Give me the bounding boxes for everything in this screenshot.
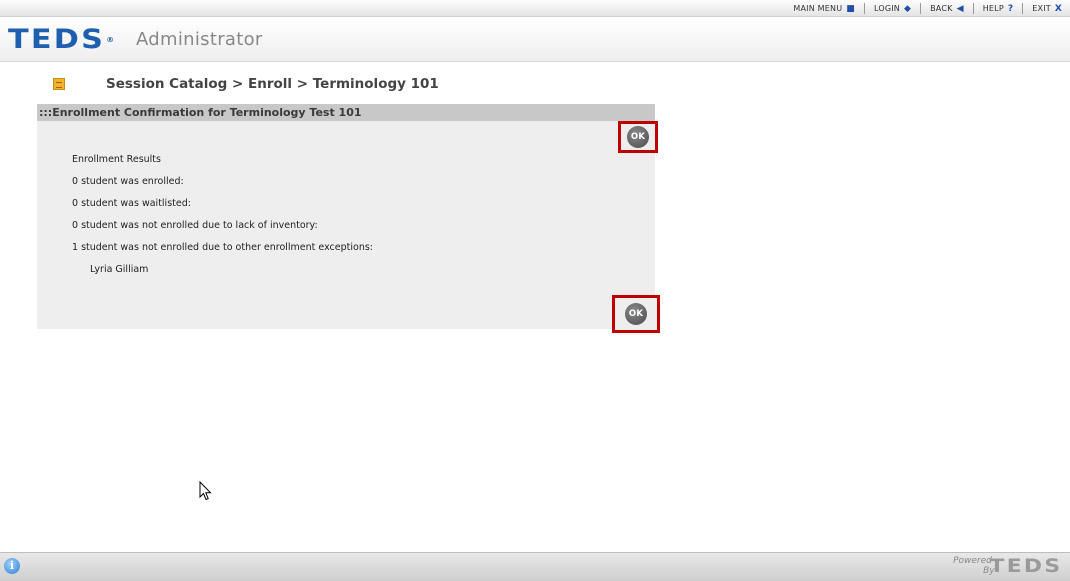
- exit-x-icon: X: [1054, 3, 1062, 14]
- ok-icon: OK: [627, 126, 649, 148]
- nav-divider: [972, 3, 974, 14]
- registered-mark: ®: [106, 36, 115, 44]
- help-question-icon: ?: [1007, 3, 1014, 14]
- nav-divider: [1022, 3, 1024, 14]
- results-heading: Enrollment Results: [72, 154, 161, 165]
- nav-divider: [920, 3, 922, 14]
- teds-logo: TEDS®: [8, 26, 114, 54]
- login-link[interactable]: LOGIN ◆: [870, 4, 915, 14]
- app-footer: i Powered By TEDS: [0, 552, 1070, 581]
- ok-icon: OK: [625, 303, 647, 325]
- powered-label: Powered: [953, 556, 992, 566]
- top-nav-items: MAIN MENU ■ LOGIN ◆ BACK ◀ HELP ? EXIT X: [789, 2, 1066, 15]
- ok-label: OK: [628, 309, 644, 319]
- info-icon[interactable]: i: [4, 558, 20, 574]
- enrollment-confirmation-panel: :::Enrollment Confirmation for Terminolo…: [37, 104, 660, 333]
- back-label: BACK: [930, 4, 953, 13]
- exit-label: EXIT: [1032, 4, 1051, 13]
- login-label: LOGIN: [873, 4, 900, 13]
- main-menu-link[interactable]: MAIN MENU ■: [789, 4, 859, 14]
- by-label: By: [983, 566, 995, 576]
- exit-link[interactable]: EXIT X: [1028, 4, 1066, 14]
- waitlisted-count: 0 student was waitlisted:: [72, 198, 191, 209]
- back-link[interactable]: BACK ◀: [926, 4, 968, 14]
- ok-button-bottom[interactable]: OK: [612, 295, 660, 333]
- main-menu-square-icon: ■: [846, 3, 855, 14]
- back-arrow-icon: ◀: [956, 3, 964, 14]
- main-menu-label: MAIN MENU: [793, 4, 843, 13]
- teds-logo-text: TEDS: [8, 24, 106, 55]
- ok-button-top[interactable]: OK: [618, 121, 658, 153]
- app-header: TEDS® Administrator: [0, 17, 1070, 62]
- exception-student-name: Lyria Gilliam: [90, 264, 149, 275]
- exceptions-count: 1 student was not enrolled due to other …: [72, 242, 373, 253]
- breadcrumb: Session Catalog > Enroll > Terminology 1…: [106, 76, 439, 92]
- powered-by-text: Powered By: [953, 556, 995, 576]
- powered-by-teds: Powered By TEDS: [953, 555, 1062, 577]
- panel-title: :::Enrollment Confirmation for Terminolo…: [37, 104, 655, 121]
- ok-label: OK: [630, 132, 646, 142]
- no-inventory-count: 0 student was not enrolled due to lack o…: [72, 220, 318, 231]
- help-link[interactable]: HELP ?: [979, 4, 1018, 14]
- footer-logo: TEDS: [989, 555, 1062, 577]
- login-diamond-icon: ◆: [903, 3, 912, 14]
- top-nav-bar: MAIN MENU ■ LOGIN ◆ BACK ◀ HELP ? EXIT X: [0, 0, 1070, 17]
- help-label: HELP: [982, 4, 1004, 13]
- mouse-pointer-icon: [199, 481, 212, 501]
- nav-divider: [863, 3, 865, 14]
- enrolled-count: 0 student was enrolled:: [72, 176, 184, 187]
- enrollment-results: Enrollment Results 0 student was enrolle…: [72, 153, 373, 285]
- app-title: Administrator: [136, 29, 263, 50]
- catalog-icon: [53, 78, 65, 90]
